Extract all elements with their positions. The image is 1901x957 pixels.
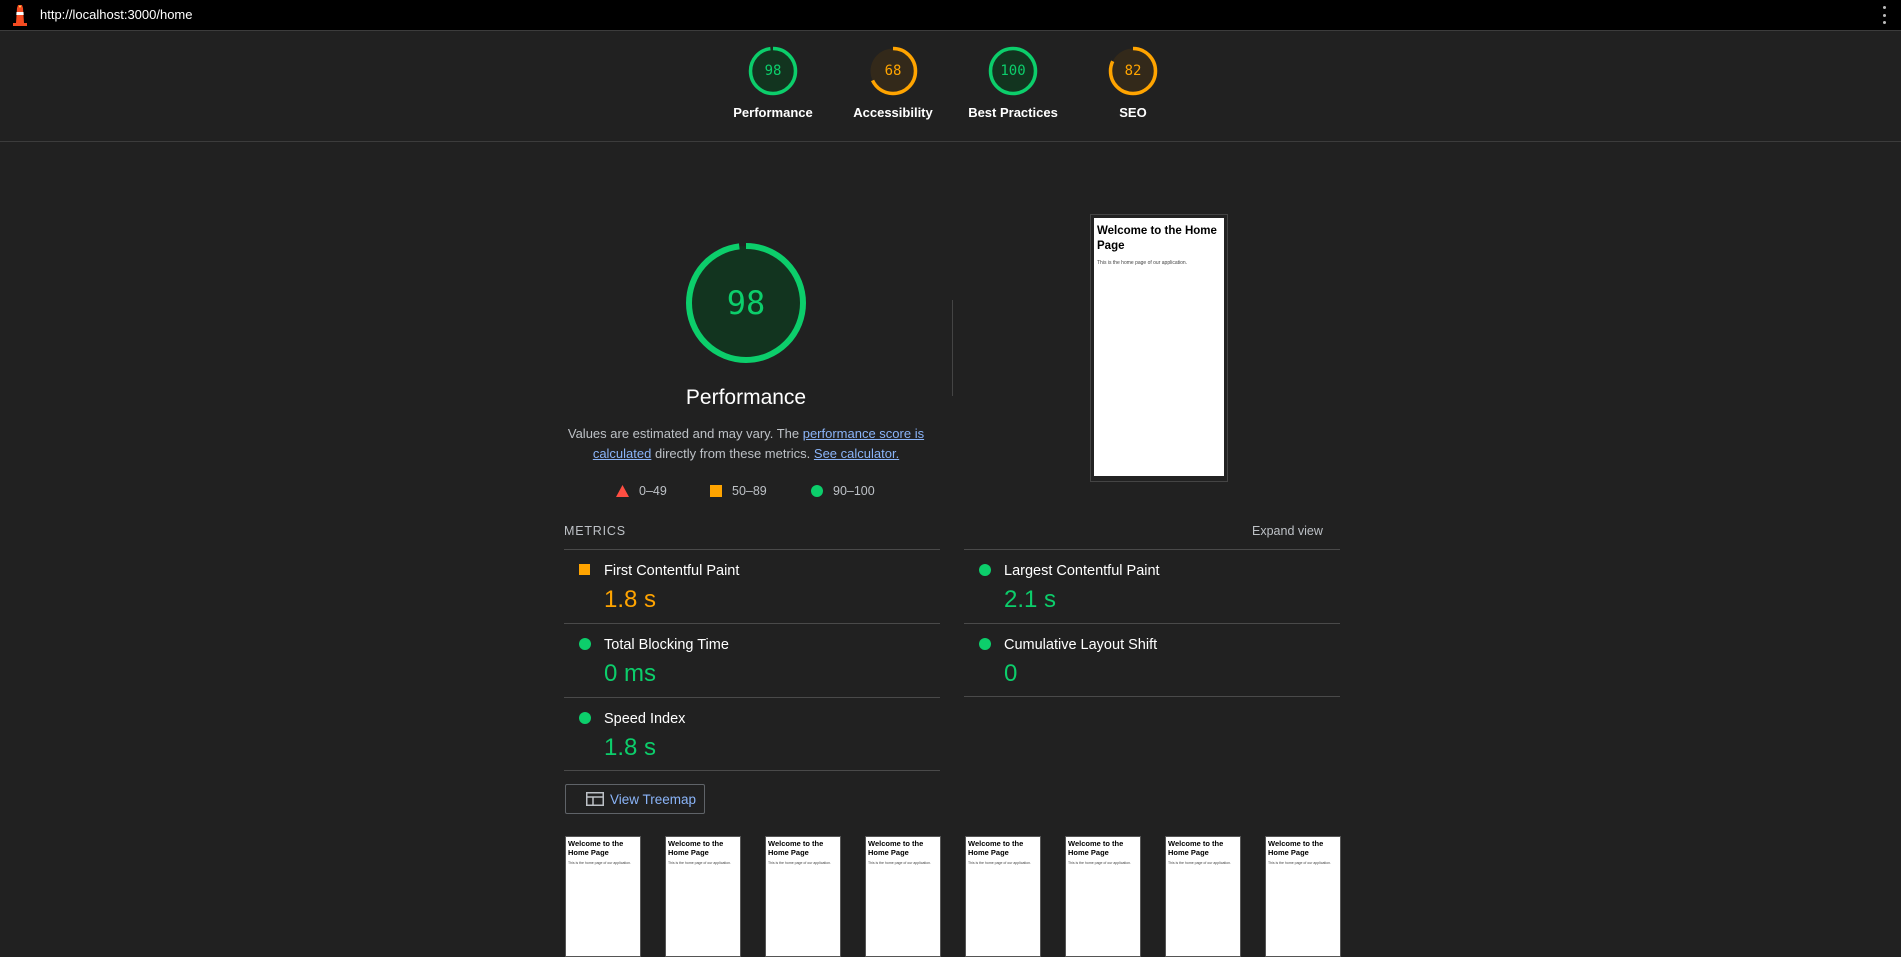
- metric-fcp: First Contentful Paint 1.8 s: [564, 549, 940, 623]
- frame-body: This is the home page of our application…: [1168, 861, 1232, 865]
- metric-value: 0: [1004, 660, 1018, 687]
- frame-body: This is the home page of our application…: [568, 861, 632, 865]
- gauge-accessibility[interactable]: 68 Accessibility: [833, 45, 953, 120]
- metric-value: 0 ms: [604, 660, 657, 687]
- top-bar: http://localhost:3000/home: [0, 0, 1901, 31]
- gauge-score: 98: [765, 63, 782, 79]
- legend-pass: 90–100: [811, 484, 875, 498]
- gauge-ring: 68: [868, 46, 918, 96]
- frame-body: This is the home page of our application…: [1268, 861, 1332, 865]
- final-screenshot[interactable]: Welcome to the Home Page This is the hom…: [1090, 214, 1228, 482]
- frame-heading: Welcome to the Home Page: [1168, 839, 1224, 857]
- circle-icon: [579, 638, 591, 650]
- circle-icon: [979, 564, 991, 576]
- legend-average: 50–89: [710, 484, 767, 498]
- circle-icon: [979, 638, 991, 650]
- filmstrip-frame: Welcome to the Home Page This is the home…: [665, 836, 741, 957]
- metrics-heading: METRICS: [564, 524, 626, 538]
- gauge-seo[interactable]: 82 SEO: [1073, 45, 1193, 120]
- square-icon: [710, 485, 722, 497]
- legend-range: 90–100: [833, 484, 875, 498]
- screenshot-page: Welcome to the Home Page This is the hom…: [1094, 218, 1224, 476]
- gauge-score: 68: [885, 63, 902, 79]
- metric-cls: Cumulative Layout Shift 0: [964, 623, 1340, 697]
- gauge-score: 100: [1000, 63, 1025, 79]
- performance-score-gauge: 98: [686, 243, 806, 363]
- filmstrip-frame: Welcome to the Home Page This is the home…: [1165, 836, 1241, 957]
- preview-heading: Welcome to the Home Page: [1097, 225, 1217, 252]
- metric-tbt: Total Blocking Time 0 ms: [564, 623, 940, 697]
- frame-body: This is the home page of our application…: [868, 861, 932, 865]
- frame-heading: Welcome to the Home Page: [1268, 839, 1324, 857]
- filmstrip-frame: Welcome to the Home Page This is the home…: [565, 836, 641, 957]
- metric-name: First Contentful Paint: [604, 563, 740, 579]
- metric-lcp: Largest Contentful Paint 2.1 s: [964, 549, 1340, 623]
- gauge-label: Best Practices: [968, 105, 1058, 120]
- frame-body: This is the home page of our application…: [668, 861, 732, 865]
- legend-range: 50–89: [732, 484, 767, 498]
- filmstrip-frame: Welcome to the Home Page This is the home…: [965, 836, 1041, 957]
- metric-name: Cumulative Layout Shift: [1004, 637, 1158, 653]
- legend-range: 0–49: [639, 484, 667, 498]
- frame-heading: Welcome to the Home Page: [668, 839, 724, 857]
- metric-name: Total Blocking Time: [604, 637, 729, 653]
- metric-si: Speed Index 1.8 s: [564, 697, 940, 771]
- expand-view-toggle[interactable]: Expand view: [1252, 524, 1323, 538]
- circle-icon: [579, 712, 591, 724]
- button-label: View Treemap: [610, 791, 697, 807]
- frame-body: This is the home page of our application…: [768, 861, 832, 865]
- circle-icon: [811, 485, 823, 497]
- frame-body: This is the home page of our application…: [968, 861, 1032, 865]
- filmstrip-frame: Welcome to the Home Page This is the home…: [765, 836, 841, 957]
- legend-fail: 0–49: [616, 484, 667, 498]
- desc-text: directly from these metrics.: [651, 446, 814, 461]
- square-icon: [579, 564, 590, 575]
- filmstrip-frame: Welcome to the Home Page This is the home…: [1265, 836, 1341, 957]
- triangle-icon: [616, 485, 629, 497]
- gauge-ring: 100: [988, 46, 1038, 96]
- gauge-label: Accessibility: [853, 105, 933, 120]
- gauge-label: SEO: [1119, 105, 1147, 120]
- treemap-icon: [586, 792, 604, 806]
- frame-heading: Welcome to the Home Page: [868, 839, 924, 857]
- divider: [964, 696, 1340, 697]
- divider: [564, 770, 940, 771]
- frame-heading: Welcome to the Home Page: [768, 839, 824, 857]
- gauge-best-practices[interactable]: 100 Best Practices: [953, 45, 1073, 120]
- more-options-icon[interactable]: [1883, 6, 1887, 24]
- filmstrip-frame: Welcome to the Home Page This is the home…: [865, 836, 941, 957]
- metric-value: 2.1 s: [1004, 586, 1057, 613]
- metric-name: Largest Contentful Paint: [1004, 563, 1160, 579]
- gauge-label: Performance: [733, 105, 813, 120]
- frame-heading: Welcome to the Home Page: [1068, 839, 1124, 857]
- see-calculator-link[interactable]: See calculator.: [814, 446, 899, 461]
- metric-name: Speed Index: [604, 711, 686, 727]
- gauge-performance[interactable]: 98 Performance: [713, 45, 833, 120]
- metric-value: 1.8 s: [604, 734, 657, 761]
- divider: [952, 300, 953, 396]
- filmstrip-frame: Welcome to the Home Page This is the home…: [1065, 836, 1141, 957]
- gauge-score: 82: [1125, 63, 1142, 79]
- report-url: http://localhost:3000/home: [40, 7, 193, 22]
- metric-value: 1.8 s: [604, 586, 657, 613]
- performance-description: Values are estimated and may vary. The p…: [566, 424, 926, 464]
- frame-body: This is the home page of our application…: [1068, 861, 1132, 865]
- gauge-score: 98: [727, 284, 766, 322]
- lighthouse-logo-icon: [10, 3, 30, 27]
- gauge-ring: 82: [1108, 46, 1158, 96]
- desc-text: Values are estimated and may vary. The: [567, 426, 803, 441]
- frame-heading: Welcome to the Home Page: [968, 839, 1024, 857]
- view-treemap-button[interactable]: View Treemap: [565, 784, 705, 814]
- score-header: 98 Performance 68 Accessibility 100 Best…: [0, 31, 1901, 142]
- performance-title: Performance: [685, 386, 807, 409]
- preview-body: This is the home page of our application…: [1097, 260, 1188, 266]
- frame-heading: Welcome to the Home Page: [568, 839, 624, 857]
- gauge-ring: 98: [748, 46, 798, 96]
